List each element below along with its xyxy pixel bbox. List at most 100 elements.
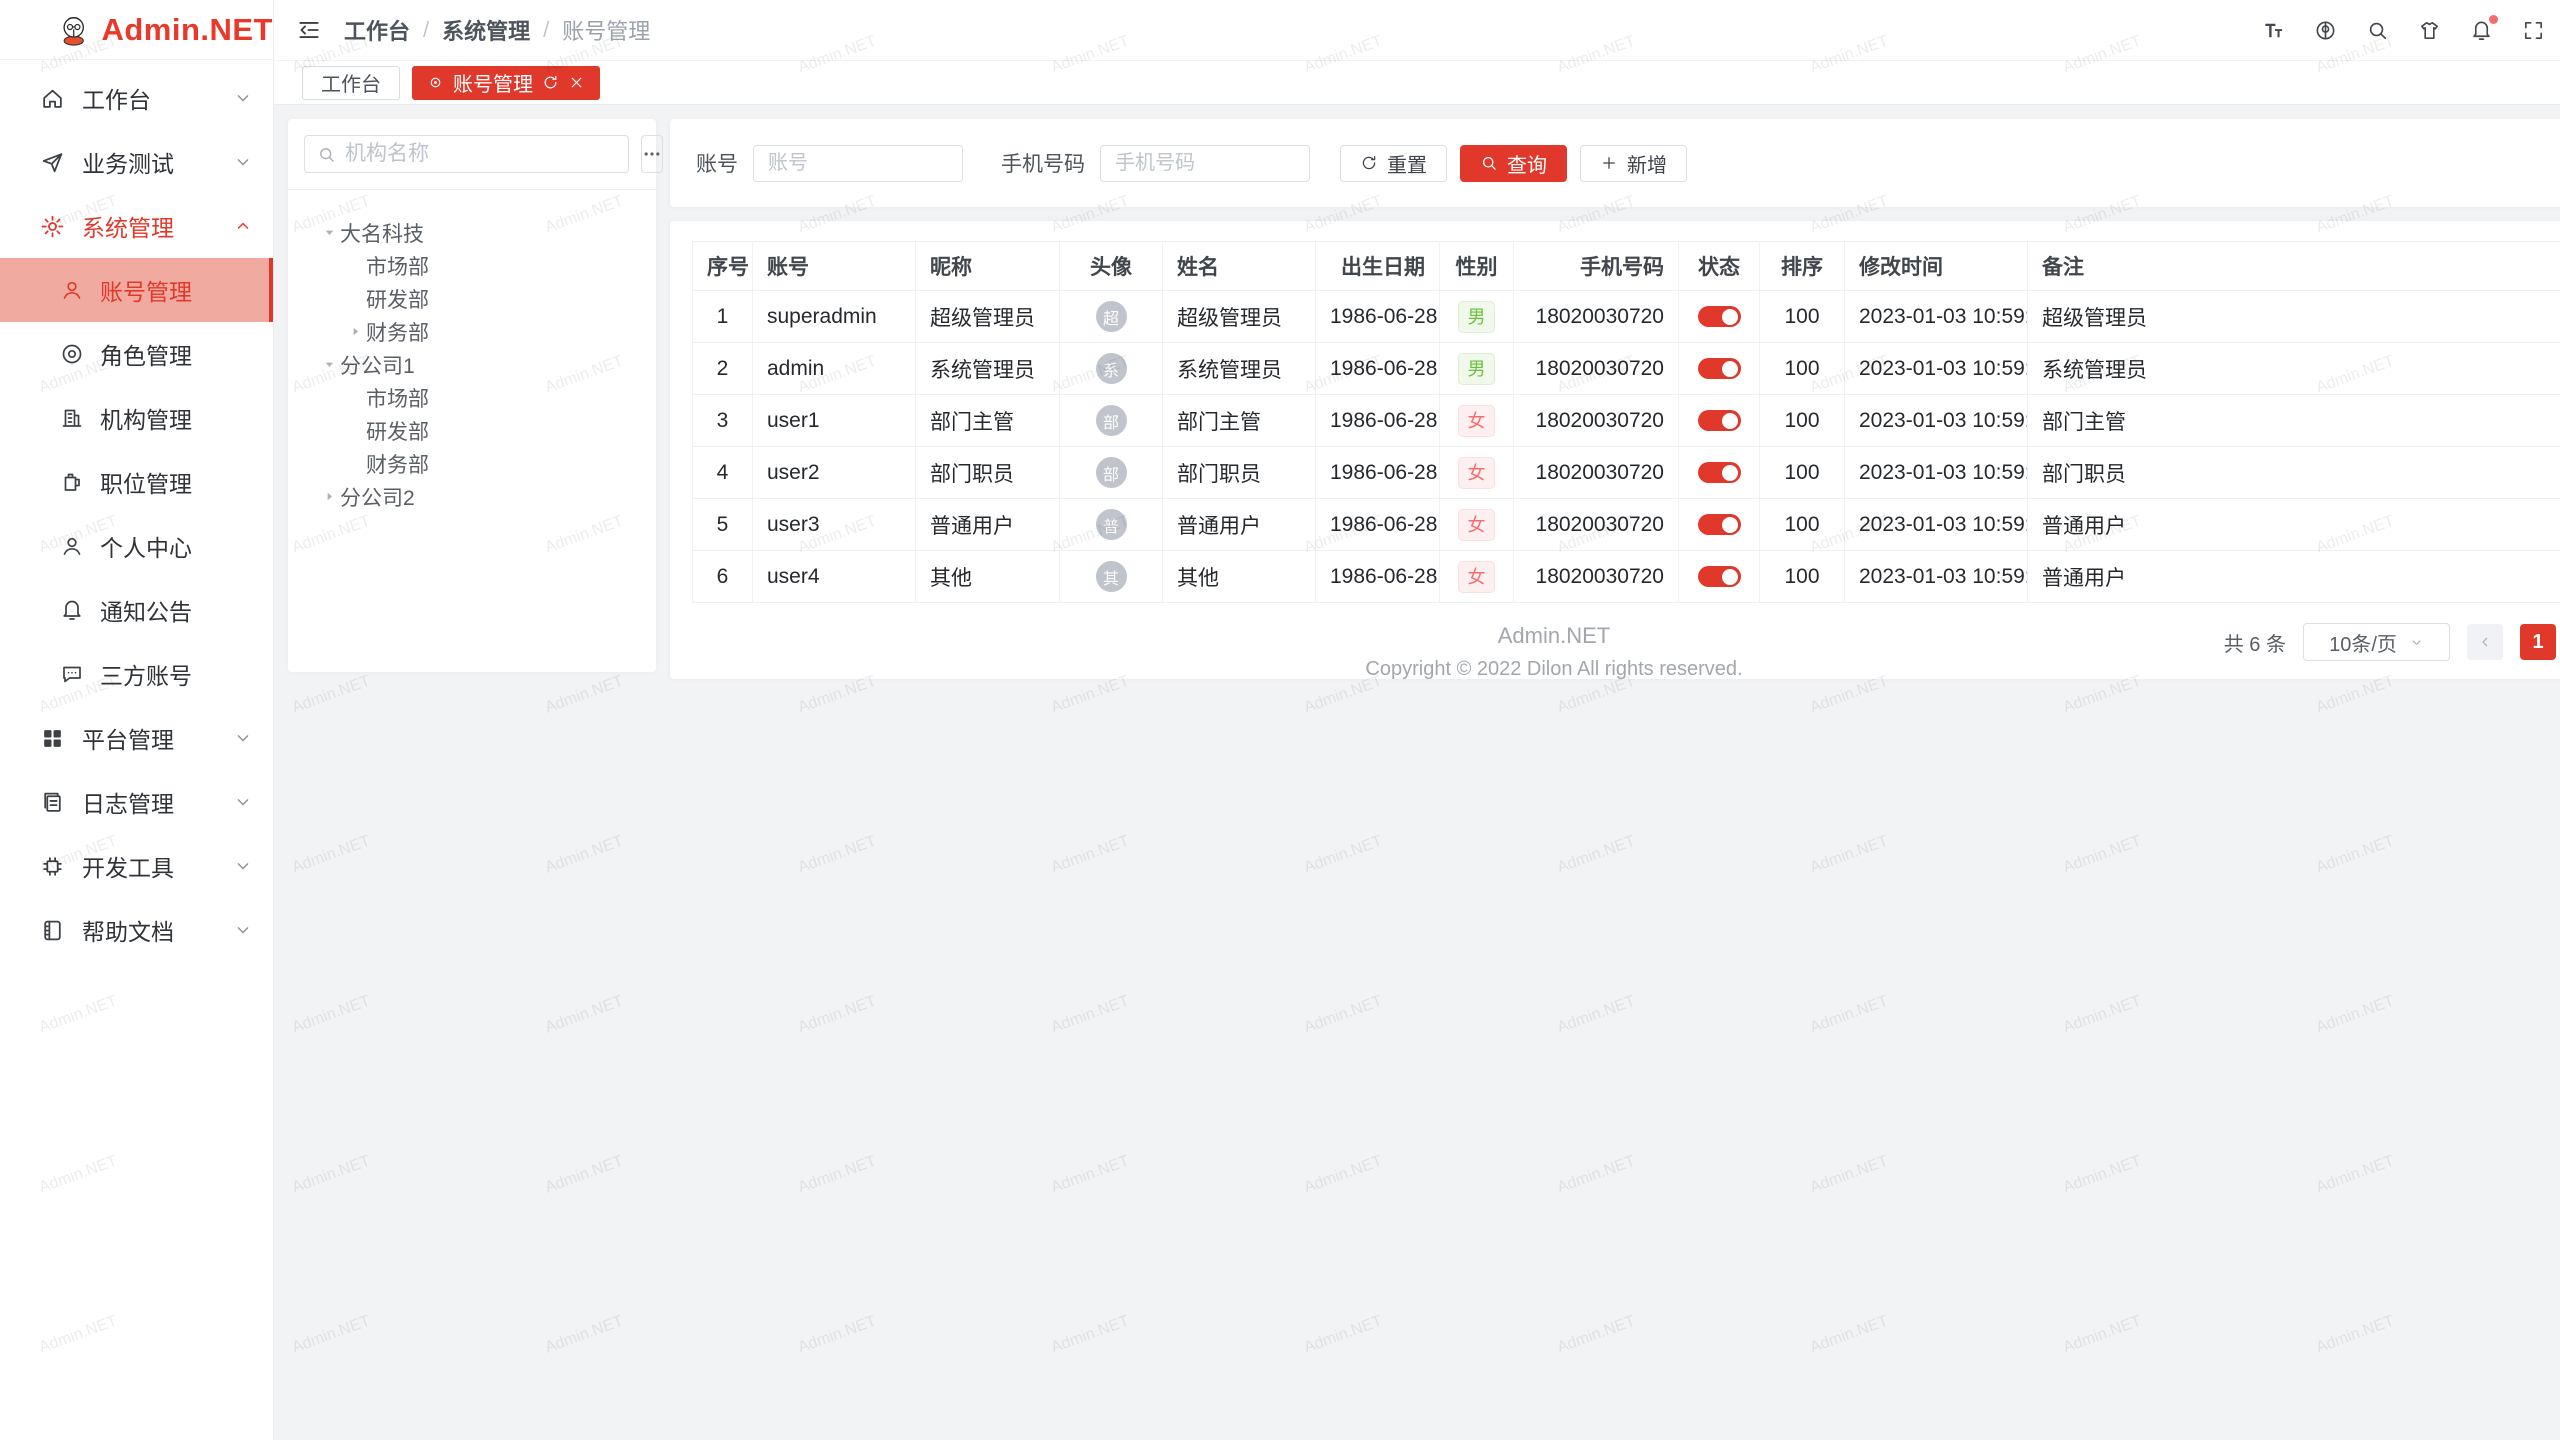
sidebar-item[interactable]: 业务测试 — [0, 130, 273, 194]
watermark-text: Admin.NET — [2061, 993, 2144, 1038]
watermark-text: Admin.NET — [1808, 1153, 1891, 1198]
close-tab-icon[interactable] — [568, 74, 585, 91]
chevron-down-icon — [233, 920, 253, 940]
watermark-text: Admin.NET — [796, 833, 879, 878]
sidebar: Admin.NET 工作台业务测试系统管理账号管理角色管理机构管理职位管理个人中… — [0, 0, 274, 1440]
tree-node[interactable]: 市场部 — [304, 381, 640, 414]
search-icon[interactable] — [2366, 19, 2389, 42]
reset-button[interactable]: 重置 — [1340, 145, 1447, 182]
sidebar-item-label: 工作台 — [82, 81, 151, 115]
watermark-text: Admin.NET — [796, 1313, 879, 1358]
sidebar-subitem[interactable]: 职位管理 — [0, 450, 273, 514]
sidebar-subitem[interactable]: 账号管理 — [0, 258, 273, 322]
column-header: 昵称 — [916, 242, 1060, 291]
status-toggle[interactable] — [1698, 358, 1741, 379]
tree-node[interactable]: 分公司1 — [304, 348, 640, 381]
sidebar-subitem[interactable]: 通知公告 — [0, 578, 273, 642]
tab-label: 工作台 — [321, 68, 381, 97]
status-toggle[interactable] — [1698, 462, 1741, 483]
org-search-input[interactable] — [345, 142, 616, 166]
sidebar-item[interactable]: 系统管理 — [0, 194, 273, 258]
send-icon — [40, 150, 65, 175]
sidebar-subitem-label: 职位管理 — [100, 465, 192, 499]
sidebar-item-label: 平台管理 — [82, 721, 174, 755]
caret-right-icon[interactable] — [344, 324, 366, 340]
cell-gender: 女 — [1440, 499, 1514, 551]
query-button[interactable]: 查询 — [1460, 145, 1567, 182]
refresh-tab-icon[interactable] — [542, 74, 559, 91]
sidebar-subitem[interactable]: 角色管理 — [0, 322, 273, 386]
tab-workbench[interactable]: 工作台 — [302, 66, 400, 100]
avatar: 其 — [1096, 561, 1127, 592]
watermark-text: Admin.NET — [1808, 833, 1891, 878]
tree-node[interactable]: 财务部 — [304, 447, 640, 480]
notification-icon[interactable] — [2470, 19, 2493, 42]
phone-input[interactable] — [1100, 145, 1310, 182]
language-icon[interactable] — [2314, 19, 2337, 42]
sidebar-item-label: 系统管理 — [82, 209, 174, 243]
watermark-text: Admin.NET — [796, 1153, 879, 1198]
watermark-text: Admin.NET — [1555, 833, 1638, 878]
tree-node-label: 分公司1 — [340, 350, 415, 380]
column-header: 排序 — [1760, 242, 1845, 291]
tree-node-label: 研发部 — [366, 416, 429, 446]
footer: Admin.NET Copyright © 2022 Dilon All rig… — [274, 623, 2560, 681]
theme-icon[interactable] — [2418, 19, 2441, 42]
org-tree-header — [304, 135, 640, 173]
table-row: 5user3普通用户普普通用户1986-06-28女18020030720100… — [693, 499, 2560, 551]
font-size-icon[interactable] — [2262, 19, 2285, 42]
cell-account: user3 — [753, 499, 916, 551]
org-tree: 大名科技市场部研发部财务部分公司1市场部研发部财务部分公司2 — [304, 190, 640, 513]
account-input[interactable] — [753, 145, 963, 182]
status-toggle[interactable] — [1698, 410, 1741, 431]
tree-node[interactable]: 财务部 — [304, 315, 640, 348]
tree-node[interactable]: 研发部 — [304, 282, 640, 315]
tab-label: 账号管理 — [453, 68, 533, 97]
watermark-text: Admin.NET — [1049, 993, 1132, 1038]
sidebar-subitem[interactable]: 个人中心 — [0, 514, 273, 578]
sidebar-item[interactable]: 工作台 — [0, 66, 273, 130]
sidebar-subitem[interactable]: 机构管理 — [0, 386, 273, 450]
gender-badge: 女 — [1458, 509, 1495, 541]
tree-node[interactable]: 市场部 — [304, 249, 640, 282]
watermark-text: Admin.NET — [2314, 1313, 2397, 1358]
collapse-sidebar-icon[interactable] — [296, 17, 322, 43]
cell-avatar: 部 — [1060, 447, 1163, 499]
caret-right-icon[interactable] — [318, 489, 340, 505]
column-header: 修改时间 — [1845, 242, 2028, 291]
sidebar-item[interactable]: 平台管理 — [0, 706, 273, 770]
sidebar-subitem[interactable]: 三方账号 — [0, 642, 273, 706]
fullscreen-icon[interactable] — [2522, 19, 2545, 42]
breadcrumb-item-current: 账号管理 — [562, 14, 650, 46]
tree-node-label: 研发部 — [366, 284, 429, 314]
caret-spacer — [344, 291, 366, 307]
tab-account-management[interactable]: 账号管理 — [412, 66, 600, 100]
sidebar-item[interactable]: 日志管理 — [0, 770, 273, 834]
breadcrumb-item[interactable]: 系统管理 — [442, 14, 530, 46]
status-toggle[interactable] — [1698, 306, 1741, 327]
sidebar-item[interactable]: 帮助文档 — [0, 898, 273, 962]
sidebar-item[interactable]: 开发工具 — [0, 834, 273, 898]
gender-badge: 女 — [1458, 457, 1495, 489]
status-toggle[interactable] — [1698, 566, 1741, 587]
cell-sort: 100 — [1760, 291, 1845, 343]
caret-down-icon[interactable] — [318, 357, 340, 373]
add-button[interactable]: 新增 — [1580, 145, 1687, 182]
breadcrumb-separator: / — [423, 17, 429, 43]
logo[interactable]: Admin.NET — [0, 0, 273, 60]
watermark-text: Admin.NET — [1302, 1313, 1385, 1358]
status-toggle[interactable] — [1698, 514, 1741, 535]
sidebar-subitem-label: 三方账号 — [100, 657, 192, 691]
sidebar-item-label: 开发工具 — [82, 849, 174, 883]
plus-icon — [1600, 154, 1618, 172]
watermark-text: Admin.NET — [290, 1153, 373, 1198]
caret-down-icon[interactable] — [318, 225, 340, 241]
tree-node[interactable]: 大名科技 — [304, 216, 640, 249]
table-header-row: 序号账号昵称头像姓名出生日期性别手机号码状态排序修改时间备注操作 — [693, 242, 2560, 291]
tree-node[interactable]: 分公司2 — [304, 480, 640, 513]
tree-node[interactable]: 研发部 — [304, 414, 640, 447]
footer-title: Admin.NET — [274, 623, 2560, 649]
org-more-button[interactable] — [641, 135, 663, 173]
caret-spacer — [344, 258, 366, 274]
breadcrumb-item[interactable]: 工作台 — [344, 14, 410, 46]
